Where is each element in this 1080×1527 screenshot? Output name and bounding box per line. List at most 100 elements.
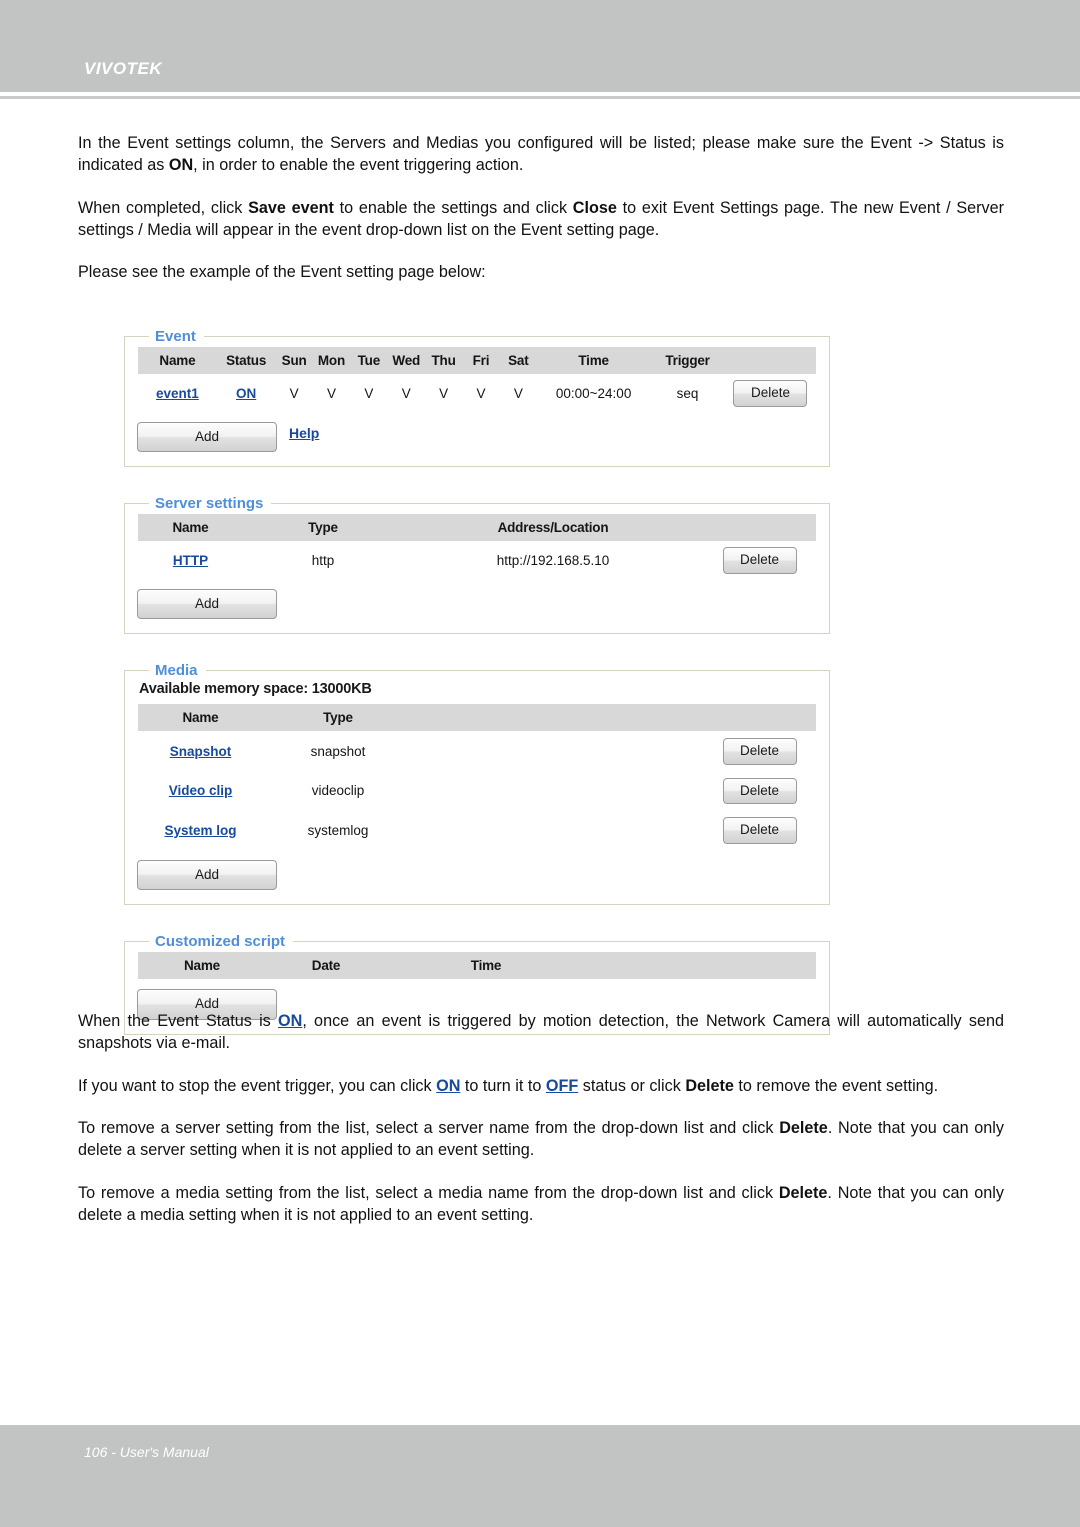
paragraph-event-status: In the Event settings column, the Server…	[78, 132, 1004, 177]
delete-button[interactable]: Delete	[722, 547, 797, 574]
media-table: Name Type Snapshot snapshot Delete Video…	[138, 704, 816, 850]
server-address-cell: http://192.168.5.10	[496, 552, 610, 568]
add-button[interactable]: Add	[137, 859, 277, 890]
media-actions-cell: Delete	[703, 731, 816, 771]
column-header-actions	[725, 347, 816, 374]
event-panel-actions: Add Help	[137, 414, 817, 452]
media-type-cell: systemlog	[307, 822, 369, 838]
paragraph-text: To remove a server setting from the list…	[78, 1119, 780, 1138]
delete-button[interactable]: Delete	[722, 817, 797, 844]
paragraph-text: to turn it to	[460, 1076, 546, 1095]
paragraph-see-example: Please see the example of the Event sett…	[78, 263, 486, 282]
server-name-link[interactable]: HTTP	[173, 553, 208, 568]
delete-button[interactable]: Delete	[733, 380, 808, 407]
column-header-sat: Sat	[508, 353, 529, 368]
event-table-header-row: Name Status Sun Mon Tue Wed Thu Fri Sat …	[138, 347, 816, 374]
server-name-cell: HTTP	[138, 541, 243, 579]
event-actions-cell: Delete	[725, 374, 816, 412]
event-time-cell: 00:00~24:00	[555, 385, 632, 401]
on-link[interactable]: ON	[278, 1012, 302, 1030]
column-header-server-address: Address/Location	[497, 520, 609, 535]
media-name-cell: Video clip	[138, 771, 263, 811]
brand-logo: VIVOTEK	[84, 59, 163, 78]
server-type-cell: http	[311, 552, 335, 568]
paragraph-save-event: When completed, click Save event to enab…	[78, 197, 1004, 242]
event-panel-legend: Event	[155, 328, 196, 345]
column-header-script-spacer	[586, 952, 816, 979]
column-header-fri: Fri	[472, 353, 490, 368]
event-status-cell: ON	[217, 374, 276, 412]
column-header-wed: Wed	[392, 353, 421, 368]
media-name-cell: System log	[138, 810, 263, 850]
paragraph-stop-trigger: If you want to stop the event trigger, y…	[78, 1075, 1004, 1097]
column-header-time: Time	[578, 353, 609, 368]
document-body-top: In the Event settings column, the Server…	[78, 132, 1004, 284]
column-header-thu: Thu	[431, 353, 456, 368]
help-link[interactable]: Help	[289, 425, 319, 441]
paragraph-text: If you want to stop the event trigger, y…	[78, 1076, 437, 1095]
event-wed-cell: V	[401, 385, 411, 401]
document-body-bottom: When the Event Status is ON, once an eve…	[78, 1010, 1004, 1227]
column-header-server-type: Type	[308, 520, 338, 535]
media-actions-cell: Delete	[703, 771, 816, 811]
on-link[interactable]: ON	[436, 1077, 460, 1095]
column-header-server-actions	[703, 514, 816, 541]
media-name-link-video-clip[interactable]: Video clip	[169, 783, 233, 798]
keyword-save-event: Save event	[248, 198, 334, 217]
keyword-on: ON	[168, 156, 194, 175]
add-button[interactable]: Add	[137, 421, 277, 452]
delete-button[interactable]: Delete	[722, 777, 797, 804]
off-link[interactable]: OFF	[546, 1077, 578, 1095]
keyword-delete: Delete	[779, 1119, 828, 1138]
table-row: Video clip videoclip Delete	[138, 771, 816, 811]
customized-script-legend: Customized script	[155, 933, 286, 950]
column-header-script-date: Date	[311, 958, 341, 973]
paragraph-text: status or click	[578, 1076, 686, 1095]
page-footer: 106 - User's Manual	[0, 1425, 1080, 1527]
paragraph-text: to enable the settings and click	[333, 198, 573, 217]
paragraph-text: When the Event Status is	[78, 1012, 279, 1030]
column-header-trigger: Trigger	[665, 353, 710, 368]
event-mon-cell: V	[326, 385, 336, 401]
column-header-name: Name	[159, 353, 196, 368]
column-header-media-name: Name	[182, 710, 219, 725]
media-spacer-cell	[413, 731, 703, 771]
event-status-toggle[interactable]: ON	[236, 386, 256, 401]
event-sun-cell: V	[289, 385, 299, 401]
column-header-script-time: Time	[470, 958, 502, 973]
column-header-tue: Tue	[357, 353, 381, 368]
media-name-cell: Snapshot	[138, 731, 263, 771]
table-row: HTTP http http://192.168.5.10 Delete	[138, 541, 816, 579]
footer-page-label: 106 - User's Manual	[84, 1444, 209, 1460]
page-header: VIVOTEK	[0, 0, 1080, 92]
column-header-mon: Mon	[317, 353, 346, 368]
event-sat-cell: V	[513, 385, 523, 401]
table-row: Snapshot snapshot Delete	[138, 731, 816, 771]
server-settings-legend: Server settings	[155, 495, 264, 512]
paragraph-text: When completed, click	[78, 198, 249, 217]
server-actions-cell: Delete	[703, 541, 816, 579]
server-table: Name Type Address/Location HTTP http htt…	[138, 514, 816, 579]
media-name-link-system-log[interactable]: System log	[164, 823, 236, 838]
event-name-link[interactable]: event1	[156, 386, 199, 401]
event-tue-cell: V	[364, 385, 374, 401]
server-table-header-row: Name Type Address/Location	[138, 514, 816, 541]
column-header-media-actions	[703, 704, 816, 731]
event-thu-cell: V	[439, 385, 449, 401]
keyword-delete: Delete	[778, 1183, 828, 1202]
column-header-script-name: Name	[184, 958, 220, 973]
media-name-link-snapshot[interactable]: Snapshot	[170, 744, 232, 759]
paragraph-remove-server: To remove a server setting from the list…	[78, 1117, 1004, 1162]
paragraph-text: to remove the event setting.	[733, 1076, 939, 1095]
server-settings-panel: Server settings Name Type Address/Locati…	[124, 495, 830, 634]
event-table: Name Status Sun Mon Tue Wed Thu Fri Sat …	[138, 347, 816, 412]
keyword-delete: Delete	[685, 1076, 734, 1095]
column-header-status: Status	[226, 353, 267, 368]
paragraph-text: To remove a media setting from the list,…	[78, 1183, 779, 1202]
column-header-sun: Sun	[281, 353, 307, 368]
column-header-media-spacer	[413, 704, 703, 731]
add-button[interactable]: Add	[137, 588, 277, 619]
media-spacer-cell	[413, 810, 703, 850]
paragraph-text: , in order to enable the event triggerin…	[193, 156, 524, 175]
delete-button[interactable]: Delete	[722, 738, 797, 765]
